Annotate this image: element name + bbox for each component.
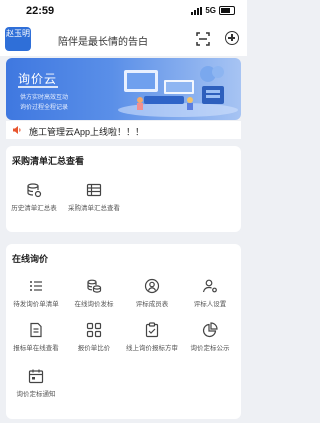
- coins-icon: [87, 279, 102, 293]
- clipboard-icon: [145, 322, 159, 338]
- table-icon: [86, 183, 102, 197]
- award-publicity-button[interactable]: 询价定标公示: [182, 322, 238, 352]
- document-icon: [30, 322, 42, 338]
- quote-compare-label: 报价单比价: [77, 345, 111, 352]
- avatar[interactable]: 赵玉明: [5, 27, 31, 51]
- network-type: 5G: [205, 6, 216, 15]
- evaluator-settings-label: 评标人设置: [193, 301, 227, 308]
- evaluator-settings-button[interactable]: 评标人设置: [182, 278, 238, 308]
- bid-sheet-view-button[interactable]: 报标单在线查看: [8, 322, 64, 352]
- promo-banner[interactable]: 询价云 供方实时高效互动 询价过程全程记录: [6, 58, 241, 120]
- purchase-list-summary-button[interactable]: 采购清单汇总查看: [66, 182, 122, 212]
- purchase-summary-title: 采购清单汇总查看: [12, 156, 85, 166]
- signal-icon: [191, 6, 203, 15]
- list-icon: [30, 281, 42, 291]
- purchase-list-summary-label: 采购清单汇总查看: [68, 205, 120, 212]
- online-review-label: 线上询价报标方审: [126, 345, 178, 352]
- grid-icon: [86, 322, 102, 338]
- battery-icon: [219, 6, 235, 15]
- status-time: 22:59: [26, 5, 55, 17]
- bid-committee-button[interactable]: 评标成员表: [124, 278, 180, 308]
- speaker-icon: [13, 126, 21, 134]
- banner-subtitle-1: 供方实时高效互动: [20, 95, 69, 101]
- notice-bar[interactable]: 施工管理云App上线啦！！！: [6, 121, 241, 139]
- user-circle-icon: [144, 278, 160, 294]
- notice-text: 施工管理云App上线啦！！！: [29, 127, 145, 137]
- online-inquiry-card: 在线询价 待发询价单清单 在线询价发标 评标成员表 评标人设置 报标单在线查看 …: [6, 244, 241, 419]
- user-settings-icon: [202, 279, 217, 293]
- online-inquiry-title: 在线询价: [12, 254, 49, 264]
- banner-subtitle-2: 询价过程全程记录: [20, 105, 69, 111]
- online-inquiry-bid-label: 在线询价发标: [74, 301, 114, 308]
- calendar-icon: [28, 369, 44, 384]
- history-summary-label: 历史清单汇总表: [11, 205, 57, 212]
- banner-illustration: [118, 66, 238, 117]
- purchase-summary-card: 采购清单汇总查看 历史清单汇总表 采购清单汇总查看: [6, 146, 241, 232]
- app-header: 赵玉明 陪伴是最长情的告白: [0, 22, 247, 56]
- bid-sheet-view-label: 报标单在线查看: [13, 345, 59, 352]
- header-title: 陪伴是最长情的告白: [58, 37, 148, 48]
- pie-chart-icon: [202, 322, 218, 338]
- award-publicity-label: 询价定标公示: [190, 345, 230, 352]
- pending-inquiry-list-button[interactable]: 待发询价单清单: [8, 278, 64, 308]
- history-summary-button[interactable]: 历史清单汇总表: [6, 182, 62, 212]
- status-bar: 22:59 5G: [0, 0, 247, 22]
- award-notice-label: 询价定标通知: [16, 391, 56, 398]
- status-indicators: 5G: [191, 6, 235, 15]
- plus-circle-icon[interactable]: [225, 31, 239, 45]
- online-inquiry-bid-button[interactable]: 在线询价发标: [66, 278, 122, 308]
- quote-compare-button[interactable]: 报价单比价: [66, 322, 122, 352]
- scan-icon[interactable]: [196, 32, 210, 46]
- database-icon: [27, 183, 42, 198]
- award-notice-button[interactable]: 询价定标通知: [8, 368, 64, 398]
- bid-committee-label: 评标成员表: [135, 301, 169, 308]
- banner-divider: [18, 86, 58, 88]
- banner-title: 询价云: [18, 72, 58, 86]
- online-review-button[interactable]: 线上询价报标方审: [124, 322, 180, 352]
- pending-inquiry-list-label: 待发询价单清单: [13, 301, 59, 308]
